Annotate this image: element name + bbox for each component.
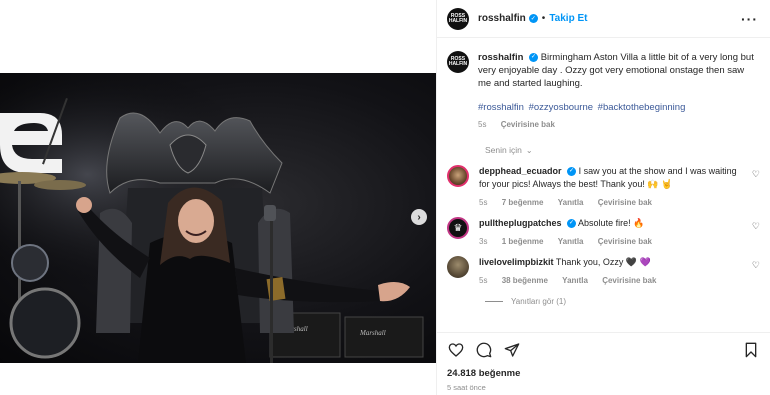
hashtag-link[interactable]: #rosshalfin xyxy=(478,102,524,113)
like-icon[interactable] xyxy=(447,341,465,359)
media-panel: Marshall Marshall › xyxy=(0,0,436,395)
comment-item: ♛ pulltheplugpatches ✓ Absolute fire! 🔥 … xyxy=(437,217,770,246)
comments-scroll[interactable]: ROSS HALFIN rosshalfin ✓ Birmingham Asto… xyxy=(437,39,770,329)
caption-meta: 5s Çevirisine bak xyxy=(478,120,756,129)
commenter-username[interactable]: depphead_ecuador xyxy=(479,166,562,176)
action-icons xyxy=(447,341,760,359)
reply-button[interactable]: Yanıtla xyxy=(562,276,588,285)
author-username[interactable]: rosshalfin xyxy=(478,13,526,24)
verified-icon: ✓ xyxy=(528,14,538,23)
caption-text: rosshalfin ✓ Birmingham Aston Villa a li… xyxy=(478,51,756,90)
commenter-username[interactable]: livelovelimpbizkit xyxy=(479,257,554,267)
comment-likes[interactable]: 38 beğenme xyxy=(502,276,548,285)
svg-text:Marshall: Marshall xyxy=(359,329,386,337)
reply-button[interactable]: Yanıtla xyxy=(558,198,584,207)
comment-time: 5s xyxy=(479,198,488,207)
verified-icon: ✓ xyxy=(529,52,539,62)
comment-text: Absolute fire! 🔥 xyxy=(578,218,645,228)
concert-photo-illustration: Marshall Marshall xyxy=(0,73,436,363)
translate-link[interactable]: Çevirisine bak xyxy=(501,120,555,129)
comment-time: 3s xyxy=(479,237,488,246)
post-time: 5 saat önce xyxy=(447,383,486,392)
commenter-username[interactable]: pulltheplugpatches xyxy=(479,218,562,228)
post-photo[interactable]: Marshall Marshall xyxy=(0,73,436,363)
hashtag-link[interactable]: #backtothebeginning xyxy=(598,102,686,113)
comment-text: Thank you, Ozzy 🖤 💜 xyxy=(555,257,651,267)
action-bar: 24.818 beğenme 5 saat önce xyxy=(437,332,770,395)
comment-meta: 5s 38 beğenme Yanıtla Çevirisine bak xyxy=(479,276,740,285)
verified-icon: ✓ xyxy=(567,167,577,177)
share-icon[interactable] xyxy=(503,341,521,359)
details-panel: ROSS HALFIN rosshalfin ✓ • Takip Et ··· … xyxy=(436,0,770,395)
comment-meta: 5s 7 beğenme Yanıtla Çevirisine bak xyxy=(479,198,740,207)
chevron-down-icon: ⌄ xyxy=(525,145,533,155)
translate-link[interactable]: Çevirisine bak xyxy=(598,237,652,246)
post-modal: Marshall Marshall › ROSS HALFIN rosshalf… xyxy=(0,0,770,395)
caption-avatar[interactable]: ROSS HALFIN xyxy=(447,51,469,73)
like-count[interactable]: 24.818 beğenme xyxy=(447,368,760,379)
separator-dot: • xyxy=(541,13,546,24)
chevron-right-icon: › xyxy=(417,211,421,223)
comment-likes[interactable]: 1 beğenme xyxy=(502,237,544,246)
view-replies-button[interactable]: Yanıtları gör (1) xyxy=(485,297,770,306)
author-avatar[interactable]: ROSS HALFIN xyxy=(447,7,469,30)
comment-filter-label: Senin için xyxy=(485,145,522,155)
hashtag-link[interactable]: #ozzyosbourne xyxy=(529,102,593,113)
reply-button[interactable]: Yanıtla xyxy=(558,237,584,246)
translate-link[interactable]: Çevirisine bak xyxy=(602,276,656,285)
comment-filter[interactable]: Senin için ⌄ xyxy=(485,145,770,155)
translate-link[interactable]: Çevirisine bak xyxy=(598,198,652,207)
comment-item: depphead_ecuador ✓ I saw you at the show… xyxy=(437,165,770,207)
comment-time: 5s xyxy=(479,276,488,285)
commenter-avatar[interactable] xyxy=(447,165,469,187)
caption: ROSS HALFIN rosshalfin ✓ Birmingham Asto… xyxy=(437,39,770,129)
next-media-button[interactable]: › xyxy=(411,209,427,225)
caption-time: 5s xyxy=(478,120,487,129)
follow-button[interactable]: Takip Et xyxy=(549,13,587,24)
caption-username[interactable]: rosshalfin xyxy=(478,52,523,63)
post-header: ROSS HALFIN rosshalfin ✓ • Takip Et ··· xyxy=(437,0,770,38)
heart-icon[interactable]: ♡ xyxy=(752,169,760,180)
heart-icon[interactable]: ♡ xyxy=(752,260,760,271)
comment-likes[interactable]: 7 beğenme xyxy=(502,198,544,207)
comment-meta: 3s 1 beğenme Yanıtla Çevirisine bak xyxy=(479,237,740,246)
view-replies-label: Yanıtları gör (1) xyxy=(511,297,566,306)
comment-icon[interactable] xyxy=(475,341,493,359)
heart-icon[interactable]: ♡ xyxy=(752,221,760,232)
replies-divider xyxy=(485,301,503,302)
more-icon[interactable]: ··· xyxy=(741,11,758,27)
verified-icon: ✓ xyxy=(567,219,577,229)
commenter-avatar[interactable]: ♛ xyxy=(447,217,469,239)
hashtags: #rosshalfin #ozzyosbourne #backtothebegi… xyxy=(478,102,756,113)
bookmark-icon[interactable] xyxy=(742,341,760,359)
comment-item: livelovelimpbizkit Thank you, Ozzy 🖤 💜 5… xyxy=(437,256,770,285)
commenter-avatar[interactable] xyxy=(447,256,469,278)
